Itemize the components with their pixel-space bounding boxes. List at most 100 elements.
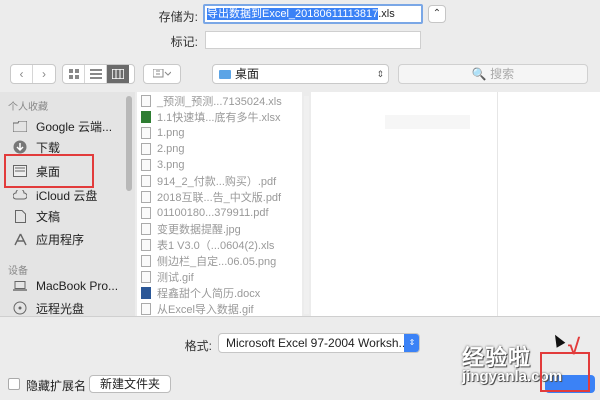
new-folder-button[interactable]: 新建文件夹 xyxy=(89,375,171,393)
column-divider xyxy=(497,92,498,316)
folder-icon xyxy=(219,70,231,79)
sidebar-item-label: 远程光盘 xyxy=(36,301,85,316)
location-label: 桌面 xyxy=(235,67,260,81)
pdf-file-icon xyxy=(141,191,151,203)
file-name: 1.png xyxy=(157,127,185,139)
location-select[interactable]: 桌面 ⇕ xyxy=(212,64,389,84)
image-file-icon xyxy=(141,127,151,139)
filename-extension: .xls xyxy=(378,8,395,20)
image-file-icon xyxy=(141,303,151,315)
download-icon xyxy=(12,140,28,154)
image-file-icon xyxy=(141,143,151,155)
file-name: 侧边栏_自定...06.05.png xyxy=(157,256,277,268)
favorites-header: 个人收藏 xyxy=(8,102,48,113)
disc-icon xyxy=(12,301,28,315)
sidebar-item-icloud[interactable]: iCloud 云盘 xyxy=(12,185,97,205)
sidebar-item-documents[interactable]: 文稿 xyxy=(12,206,60,226)
file-name: 3.png xyxy=(157,159,185,171)
file-name: 测试.gif xyxy=(157,272,194,284)
image-file-icon xyxy=(141,271,151,283)
filename-input[interactable]: 导出数据到Excel_20180611113817.xls xyxy=(203,4,423,24)
sidebar-item-label: MacBook Pro... xyxy=(36,279,119,293)
list-item[interactable]: 914_2_付款...购买）.pdf xyxy=(141,173,276,189)
file-name: _预测_预测...7135024.xls xyxy=(157,96,282,108)
list-item[interactable]: 变更数据提醒.jpg xyxy=(141,221,241,237)
sidebar-item-google[interactable]: Google 云端... xyxy=(12,116,112,136)
save-as-label: 存储为: xyxy=(158,10,198,24)
hide-extension-checkbox[interactable] xyxy=(8,378,20,390)
file-list-scrollbar[interactable] xyxy=(304,96,309,314)
view-buttons xyxy=(62,64,135,84)
sidebar-item-label: 下载 xyxy=(36,140,61,155)
chevron-right-icon[interactable]: › xyxy=(33,65,55,83)
highlight-box xyxy=(4,154,94,188)
search-placeholder: 搜索 xyxy=(490,67,515,81)
list-item[interactable]: 测试.gif xyxy=(141,269,194,285)
chevron-up-icon[interactable]: ⌃ xyxy=(428,5,446,23)
sidebar-item-macbook[interactable]: MacBook Pro... xyxy=(12,276,118,296)
list-view-icon[interactable] xyxy=(85,65,107,83)
sidebar-item-applications[interactable]: 应用程序 xyxy=(12,229,84,249)
file-icon xyxy=(141,239,151,251)
format-value: Microsoft Excel 97-2004 Worksh... xyxy=(226,336,409,350)
sidebar-scrollbar[interactable] xyxy=(126,96,132,191)
list-item[interactable]: 1.1快速填...底有多牛.xlsx xyxy=(141,109,280,125)
apps-icon xyxy=(12,232,28,246)
sidebar-item-label: Google 云端... xyxy=(36,119,113,134)
list-item[interactable]: 2018互联...告_中文版.pdf xyxy=(141,189,281,205)
file-icon xyxy=(141,95,151,107)
gallery-view-icon[interactable] xyxy=(144,65,180,83)
list-item[interactable]: 2.png xyxy=(141,141,185,157)
image-file-icon xyxy=(141,159,151,171)
sidebar-item-label: 应用程序 xyxy=(36,232,85,247)
search-input[interactable]: 🔍 搜索 xyxy=(398,64,588,84)
list-item[interactable]: 3.png xyxy=(141,157,185,173)
format-label: 格式: xyxy=(184,339,212,353)
list-item[interactable]: 侧边栏_自定...06.05.png xyxy=(141,253,276,269)
column-view-icon[interactable] xyxy=(107,65,129,83)
document-icon xyxy=(12,209,28,223)
gallery-view-group xyxy=(143,64,181,84)
nav-buttons: ‹ › xyxy=(10,64,56,84)
file-name: 01100180...379911.pdf xyxy=(157,207,269,219)
image-file-icon xyxy=(141,223,151,235)
file-name: 2018互联...告_中文版.pdf xyxy=(157,192,282,204)
file-name: 表1 V3.0（...0604(2).xls xyxy=(157,240,275,252)
tags-input[interactable] xyxy=(205,31,421,49)
updown-arrows-icon: ⇕ xyxy=(376,69,384,79)
format-select[interactable]: Microsoft Excel 97-2004 Worksh... ⇕ xyxy=(218,333,420,353)
file-name: 2.png xyxy=(157,143,185,155)
list-item[interactable]: 程鑫甜个人简历.docx xyxy=(141,285,260,301)
pdf-file-icon xyxy=(141,175,151,187)
list-item[interactable]: 1.png xyxy=(141,125,185,141)
file-name: 914_2_付款...购买）.pdf xyxy=(157,176,277,188)
icon-view-icon[interactable] xyxy=(63,65,85,83)
folder-icon xyxy=(12,119,28,133)
list-item[interactable]: _预测_预测...7135024.xls xyxy=(141,93,282,109)
preview-placeholder xyxy=(385,115,470,129)
excel-file-icon xyxy=(141,111,151,123)
file-name: 程鑫甜个人简历.docx xyxy=(157,288,261,300)
word-file-icon xyxy=(141,287,151,299)
file-name: 从Excel导入数据.gif xyxy=(157,304,254,316)
filename-selected: 导出数据到Excel_20180611113817 xyxy=(207,8,379,20)
file-name: 1.1快速填...底有多牛.xlsx xyxy=(157,112,281,124)
mouse-cursor-icon xyxy=(550,332,566,348)
devices-header: 设备 xyxy=(8,266,28,277)
sidebar-item-remote-disc[interactable]: 远程光盘 xyxy=(12,298,84,318)
divider xyxy=(0,316,600,317)
sidebar: 个人收藏 Google 云端... 下载 桌面 iCloud 云盘 文稿 应用程… xyxy=(0,92,135,316)
image-file-icon xyxy=(141,255,151,267)
cloud-icon xyxy=(12,188,28,202)
chevron-left-icon[interactable]: ‹ xyxy=(11,65,33,83)
list-item[interactable]: 01100180...379911.pdf xyxy=(141,205,269,221)
laptop-icon xyxy=(12,279,28,293)
updown-arrows-icon: ⇕ xyxy=(404,334,419,352)
tags-label: 标记: xyxy=(170,35,198,49)
list-item[interactable]: 从Excel导入数据.gif xyxy=(141,301,254,316)
hide-extension-label: 隐藏扩展名 xyxy=(26,379,87,393)
list-item[interactable]: 表1 V3.0（...0604(2).xls xyxy=(141,237,274,253)
pdf-file-icon xyxy=(141,207,151,219)
sidebar-item-label: 文稿 xyxy=(36,209,61,224)
file-list: _预测_预测...7135024.xls 1.1快速填...底有多牛.xlsx … xyxy=(137,92,302,316)
